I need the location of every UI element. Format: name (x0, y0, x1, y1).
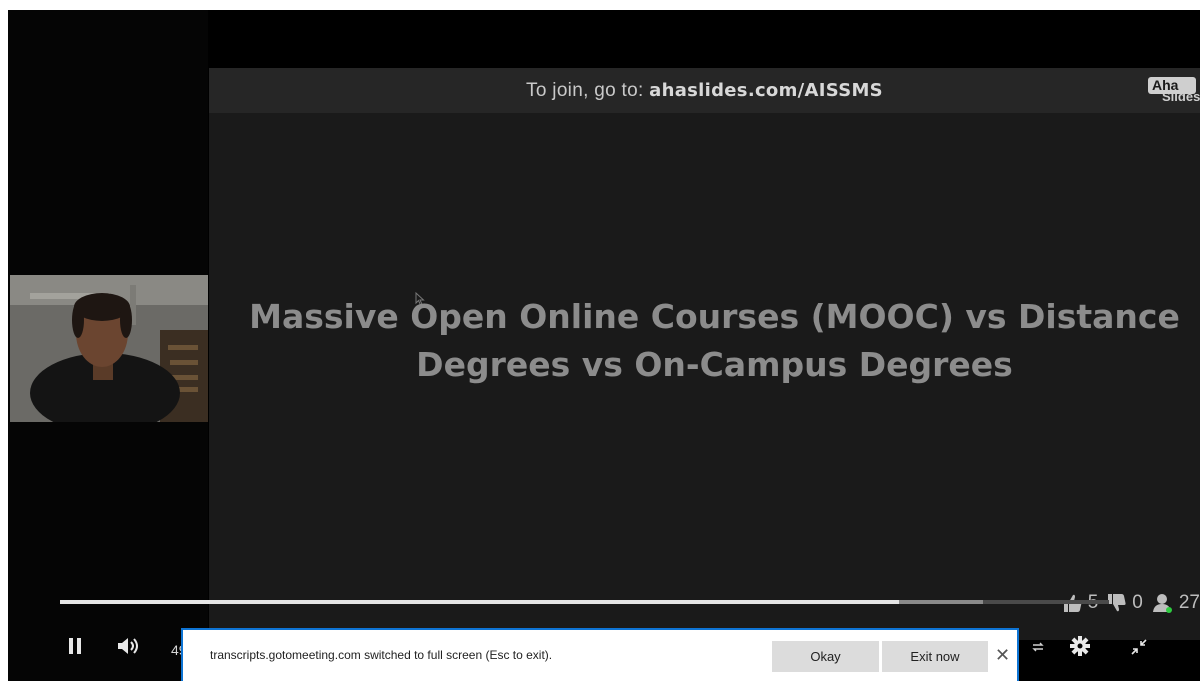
participants-count: 27 (1178, 592, 1200, 613)
ahaslides-logo: Aha Slides (1140, 77, 1200, 107)
join-text: To join, go to: (526, 80, 650, 101)
slide-title: Massive Open Online Courses (MOOC) vs Di… (229, 293, 1200, 389)
slide-title-line-1: Massive Open Online Courses (MOOC) vs Di… (249, 297, 1180, 336)
played-range (60, 600, 900, 604)
fullscreen-message: transcripts.gotomeeting.com switched to … (210, 648, 553, 662)
presenter-figure (10, 275, 208, 422)
participants-icon (1152, 594, 1172, 613)
dislikes-count: 0 (1132, 592, 1143, 613)
presentation-slide: To join, go to: ahaslides.com/AISSMS Aha… (209, 68, 1200, 640)
buffered-range (899, 600, 984, 604)
join-instructions-bar: To join, go to: ahaslides.com/AISSMS (209, 68, 1200, 113)
fullscreen-notification: transcripts.gotomeeting.com switched to … (181, 628, 1019, 681)
participants-counter: 27 (1151, 592, 1200, 614)
join-url: ahaslides.com/AISSMS (649, 80, 883, 101)
loop-icon[interactable] (1030, 639, 1046, 655)
slide-title-line-2: Degrees vs On-Campus Degrees (416, 345, 1013, 384)
logo-subtext: Slides (1162, 89, 1200, 104)
exit-now-button[interactable]: Exit now (882, 641, 988, 672)
okay-button[interactable]: Okay (772, 641, 879, 672)
exit-fullscreen-icon[interactable] (1129, 637, 1149, 657)
video-progress-bar[interactable] (60, 600, 1109, 604)
settings-gear-icon[interactable] (1069, 635, 1091, 657)
dislikes-counter[interactable]: 0 (1106, 592, 1143, 614)
close-icon[interactable]: ✕ (995, 643, 1010, 667)
fullscreen-player: To join, go to: ahaslides.com/AISSMS Aha… (8, 10, 1200, 681)
pause-icon[interactable] (68, 637, 82, 655)
presenter-webcam-video (10, 275, 208, 422)
thumbs-down-icon (1108, 594, 1126, 612)
volume-icon[interactable] (116, 636, 142, 656)
